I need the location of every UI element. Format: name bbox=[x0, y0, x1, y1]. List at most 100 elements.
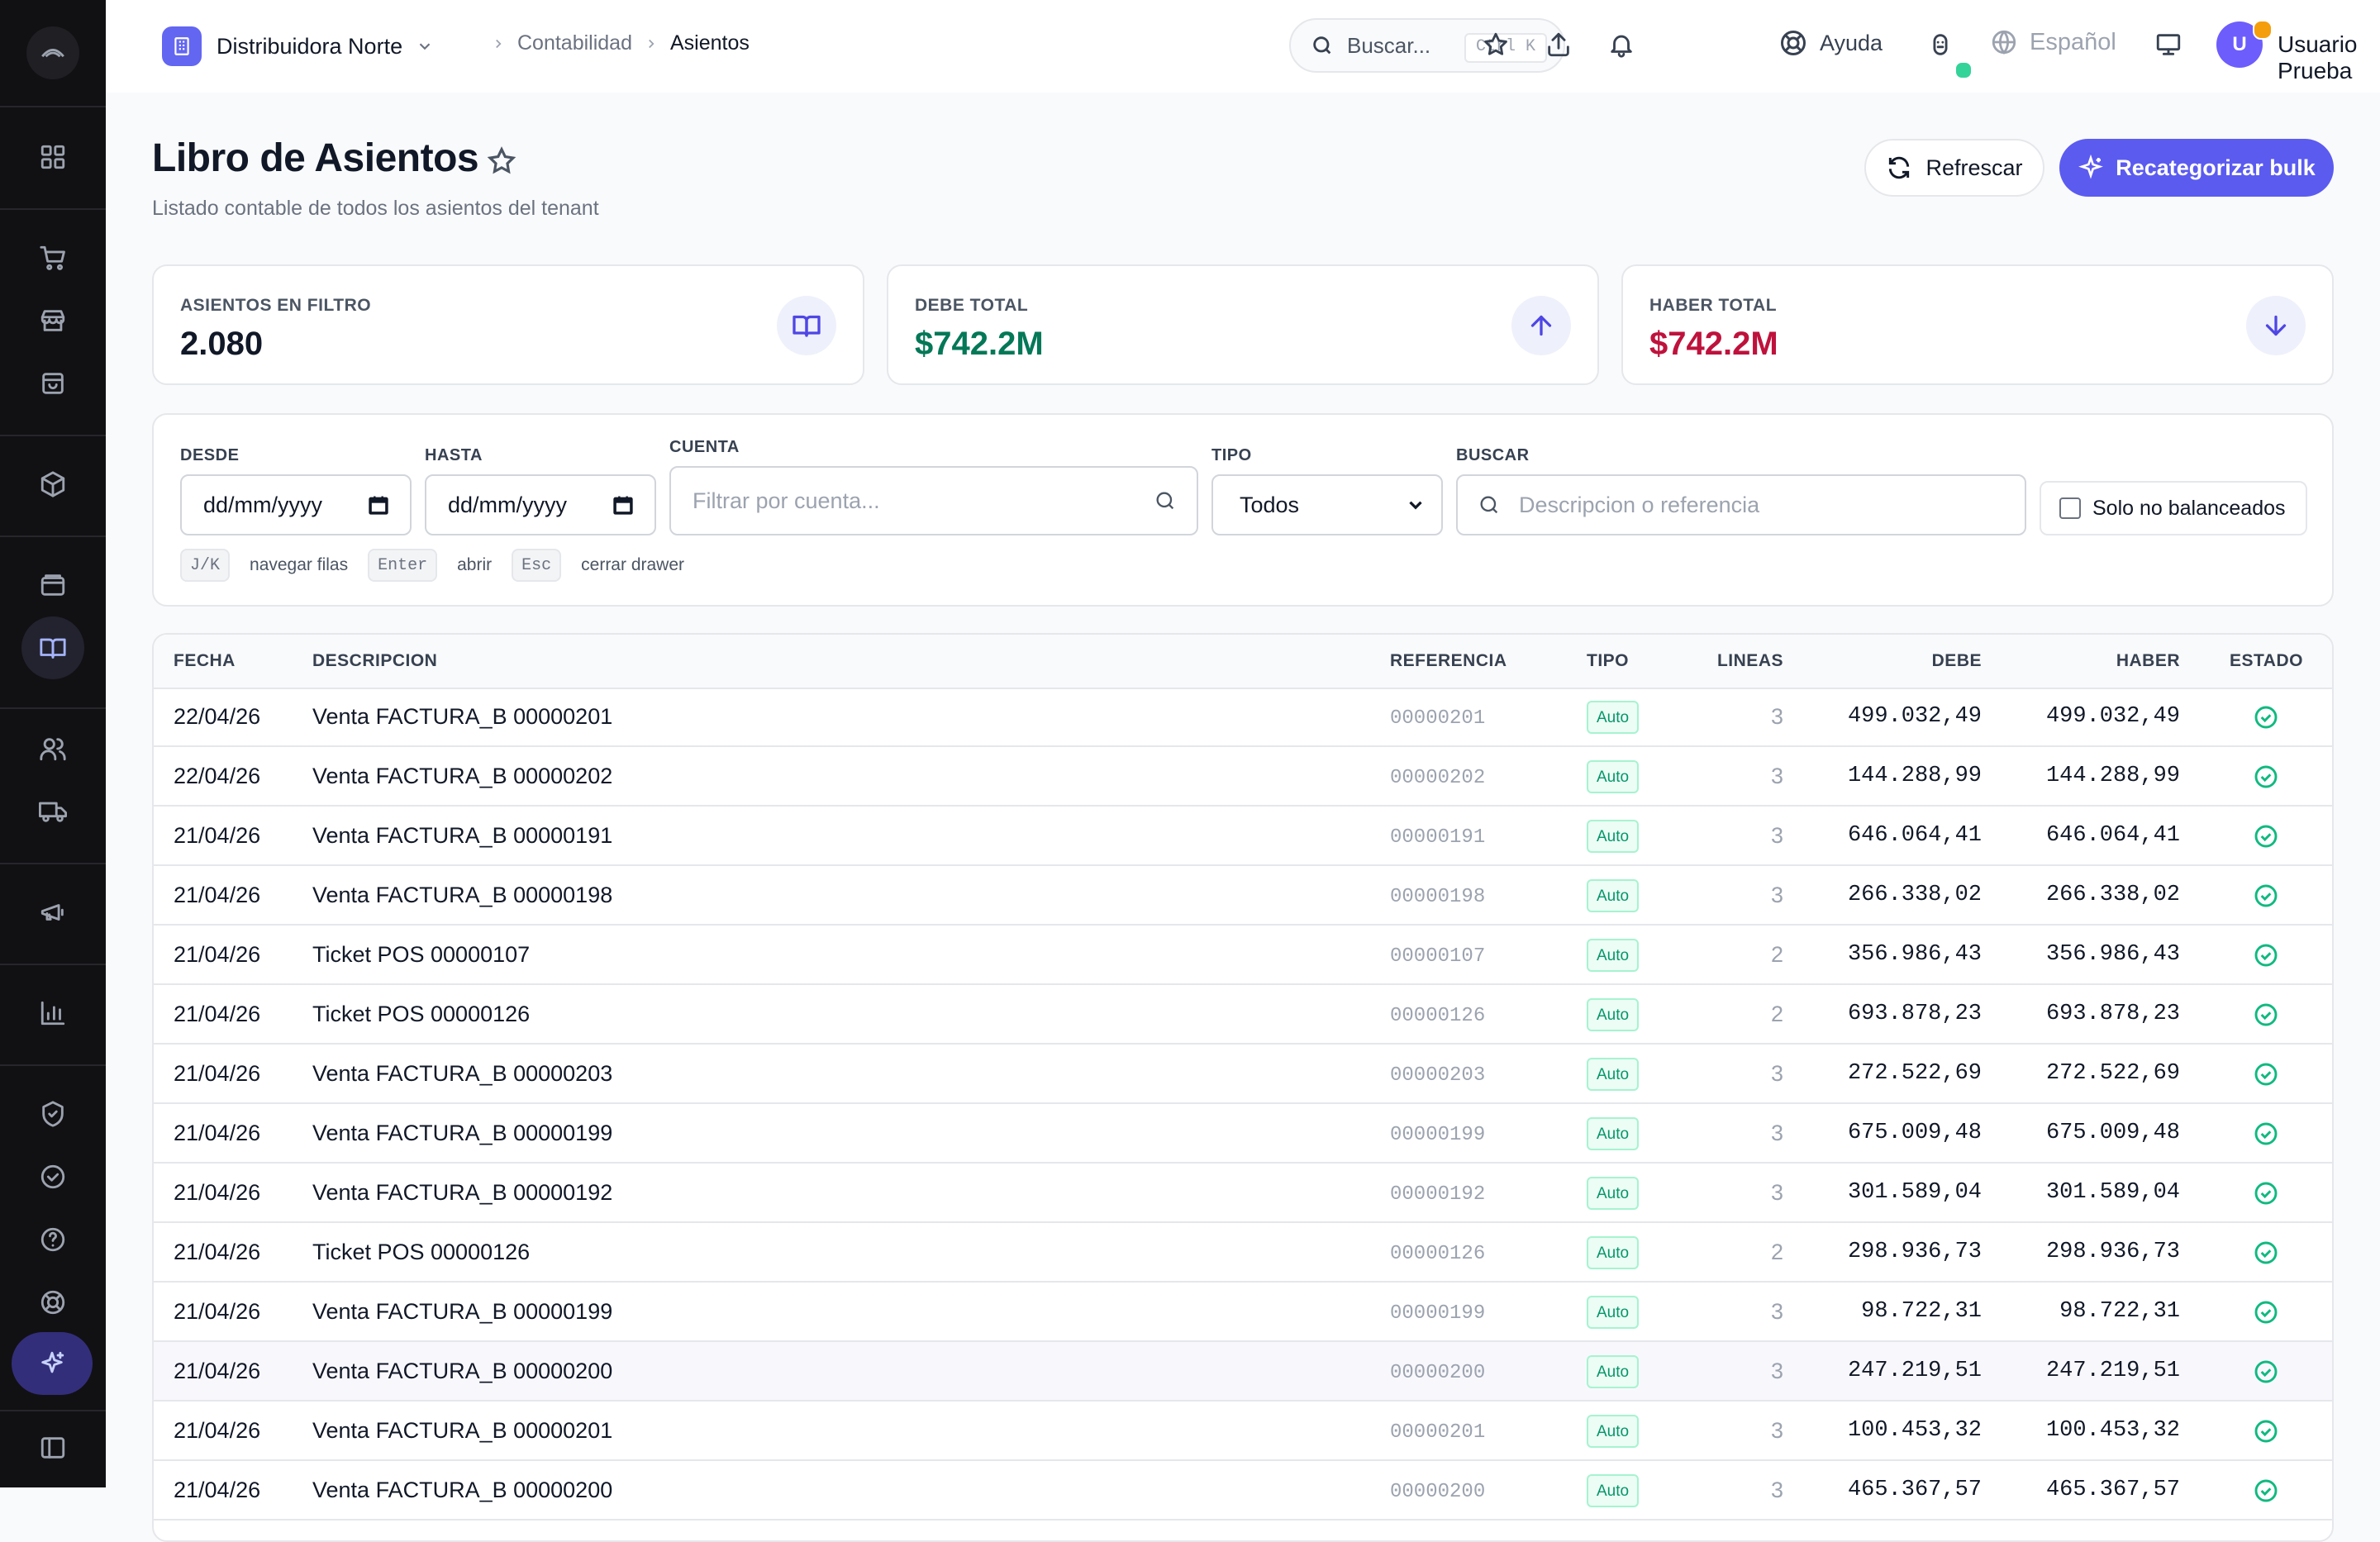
user-name[interactable]: Usuario Prueba bbox=[2278, 31, 2380, 84]
table-row[interactable]: 21/04/26 Venta FACTURA_B 00000203 00000203… bbox=[154, 1045, 2332, 1104]
cell-debe: 675.009,48 bbox=[1847, 1121, 1982, 1145]
notifications-button[interactable] bbox=[1605, 28, 1638, 61]
cell-fecha: 22/04/26 bbox=[174, 764, 261, 788]
buscar-input[interactable]: Descripcion o referencia bbox=[1456, 474, 2026, 535]
export-button[interactable] bbox=[1542, 28, 1575, 61]
table-row[interactable]: 21/04/26 Venta FACTURA_B 00000201 00000201… bbox=[154, 1402, 2332, 1461]
desde-date-input[interactable]: dd/mm/yyyy bbox=[180, 474, 412, 535]
app-logo[interactable] bbox=[26, 26, 79, 79]
sidebar-collapse-toggle[interactable] bbox=[33, 1428, 73, 1468]
global-search[interactable]: Buscar... Ctrl K bbox=[1289, 18, 1565, 73]
column-haber[interactable]: HABER bbox=[2116, 651, 2180, 671]
kbd-esc-desc: cerrar drawer bbox=[581, 555, 685, 574]
status-ok-icon bbox=[2254, 1301, 2278, 1324]
help-button[interactable]: Ayuda bbox=[1778, 28, 1883, 58]
cell-descripcion: Venta FACTURA_B 00000201 bbox=[312, 1418, 613, 1443]
table-row[interactable]: 21/04/26 Venta FACTURA_B 00000200 00000200… bbox=[154, 1342, 2332, 1402]
cell-descripcion: Ticket POS 00000126 bbox=[312, 1002, 531, 1026]
table-row[interactable]: 22/04/26 Venta FACTURA_B 00000202 00000202… bbox=[154, 747, 2332, 807]
favorite-button[interactable] bbox=[1479, 28, 1512, 61]
table-row[interactable]: 21/04/26 Ticket POS 00000107 00000107 Auto 2… bbox=[154, 926, 2332, 985]
table-row[interactable]: 21/04/26 Venta FACTURA_B 00000198 00000198… bbox=[154, 866, 2332, 926]
table-row[interactable]: 22/04/26 Venta FACTURA_B 00000201 00000201… bbox=[154, 688, 2332, 747]
hasta-date-input[interactable]: dd/mm/yyyy bbox=[425, 474, 656, 535]
refresh-button[interactable]: Refrescar bbox=[1864, 139, 2044, 197]
stat-label: HABER TOTAL bbox=[1649, 296, 1778, 315]
table-row[interactable]: 21/04/26 Venta FACTURA_B 00000199 00000199… bbox=[154, 1104, 2332, 1164]
sidebar-item-ledger[interactable] bbox=[21, 616, 84, 679]
display-button[interactable] bbox=[2152, 28, 2185, 61]
column-estado[interactable]: ESTADO bbox=[2230, 651, 2303, 671]
page-subtitle: Listado contable de todos los asientos d… bbox=[152, 197, 599, 220]
column-fecha[interactable]: FECHA bbox=[174, 651, 236, 671]
sidebar-item-shipping[interactable] bbox=[33, 792, 73, 831]
cell-debe: 499.032,49 bbox=[1847, 704, 1982, 729]
star-icon[interactable] bbox=[486, 145, 517, 177]
cell-fecha: 21/04/26 bbox=[174, 1002, 261, 1026]
breadcrumb-contabilidad[interactable]: Contabilidad bbox=[517, 31, 632, 55]
column-descripcion[interactable]: DESCRIPCION bbox=[312, 651, 437, 671]
cell-debe: 298.936,73 bbox=[1847, 1240, 1982, 1264]
cuenta-input[interactable]: Filtrar por cuenta... bbox=[669, 466, 1198, 535]
tipo-select[interactable]: Todos bbox=[1211, 474, 1443, 535]
table-row[interactable]: 21/04/26 Venta FACTURA_B 00000199 00000199… bbox=[154, 1283, 2332, 1342]
sidebar-item-users[interactable] bbox=[33, 729, 73, 769]
assistant-button[interactable] bbox=[1924, 28, 1957, 61]
check-circle-icon bbox=[40, 1164, 65, 1189]
cell-descripcion: Venta FACTURA_B 00000198 bbox=[312, 883, 613, 907]
table-row[interactable]: 21/04/26 Ticket POS 00000126 00000126 Auto 2… bbox=[154, 1223, 2332, 1283]
sidebar-item-wallet[interactable] bbox=[33, 565, 73, 605]
sidebar-item-reports[interactable] bbox=[33, 993, 73, 1033]
unbalanced-checkbox[interactable]: Solo no balanceados bbox=[2040, 481, 2307, 535]
table-row[interactable]: 21/04/26 Venta FACTURA_B 00000191 00000191… bbox=[154, 807, 2332, 866]
column-referencia[interactable]: REFERENCIA bbox=[1390, 651, 1507, 671]
cell-fecha: 21/04/26 bbox=[174, 823, 261, 848]
language-selector[interactable]: Español bbox=[1990, 28, 2116, 56]
cell-fecha: 21/04/26 bbox=[174, 942, 261, 967]
status-ok-icon bbox=[2254, 1003, 2278, 1026]
column-tipo[interactable]: TIPO bbox=[1587, 651, 1629, 671]
sidebar-item-products[interactable] bbox=[33, 464, 73, 504]
sidebar-item-marketing[interactable] bbox=[33, 892, 73, 932]
sidebar-divider bbox=[0, 106, 106, 107]
sidebar-item-store[interactable] bbox=[33, 301, 73, 340]
store-icon bbox=[40, 310, 65, 331]
kbd-enter: Enter bbox=[368, 549, 438, 582]
column-lineas[interactable]: LINEAS bbox=[1717, 651, 1783, 671]
recategorize-bulk-button[interactable]: Recategorizar bulk bbox=[2059, 139, 2334, 197]
cell-referencia: 00000191 bbox=[1390, 826, 1486, 849]
sidebar-item-support[interactable] bbox=[33, 1283, 73, 1322]
sidebar-item-ai[interactable] bbox=[12, 1332, 93, 1395]
sidebar-divider bbox=[0, 208, 106, 210]
cell-fecha: 21/04/26 bbox=[174, 1061, 261, 1086]
cell-debe: 465.367,57 bbox=[1847, 1478, 1982, 1502]
stat-icon-wrap bbox=[777, 296, 836, 355]
sidebar-item-dashboard[interactable] bbox=[33, 137, 73, 177]
table-row[interactable]: 21/04/26 Ticket POS 00000126 00000126 Auto 2… bbox=[154, 985, 2332, 1045]
cell-lineas: 3 bbox=[1770, 823, 1783, 848]
cell-referencia: 00000200 bbox=[1390, 1362, 1486, 1384]
column-debe[interactable]: DEBE bbox=[1932, 651, 1982, 671]
checkbox-box[interactable] bbox=[2059, 497, 2081, 519]
cell-referencia: 00000198 bbox=[1390, 886, 1486, 908]
hasta-value: dd/mm/yyyy bbox=[448, 492, 568, 517]
table-row[interactable]: 21/04/26 Venta FACTURA_B 00000200 00000200… bbox=[154, 1461, 2332, 1521]
globe-icon bbox=[1992, 30, 2016, 55]
sidebar-item-tasks[interactable] bbox=[33, 1157, 73, 1197]
sidebar-item-security[interactable] bbox=[33, 1094, 73, 1134]
filters-panel: DESDE dd/mm/yyyy HASTA dd/mm/yyyy CUENTA… bbox=[152, 413, 2334, 607]
org-switcher[interactable]: Distribuidora Norte bbox=[162, 25, 434, 68]
entries-table: FECHA DESCRIPCION REFERENCIA TIPO LINEAS… bbox=[152, 633, 2334, 1542]
cuenta-placeholder: Filtrar por cuenta... bbox=[693, 488, 880, 513]
table-row[interactable]: 21/04/26 Venta FACTURA_B 00000192 00000192… bbox=[154, 1164, 2332, 1223]
sidebar-item-bag[interactable] bbox=[33, 364, 73, 403]
chevron-down-icon bbox=[1409, 501, 1422, 510]
cell-referencia: 00000200 bbox=[1390, 1481, 1486, 1503]
stat-value: $742.2M bbox=[1649, 326, 1778, 362]
megaphone-icon bbox=[40, 904, 64, 921]
sidebar-item-cart[interactable] bbox=[33, 238, 73, 278]
sidebar-item-help[interactable] bbox=[33, 1220, 73, 1259]
cell-descripcion: Venta FACTURA_B 00000200 bbox=[312, 1478, 613, 1502]
sidebar-divider bbox=[0, 707, 106, 709]
tipo-badge: Auto bbox=[1587, 1355, 1640, 1388]
